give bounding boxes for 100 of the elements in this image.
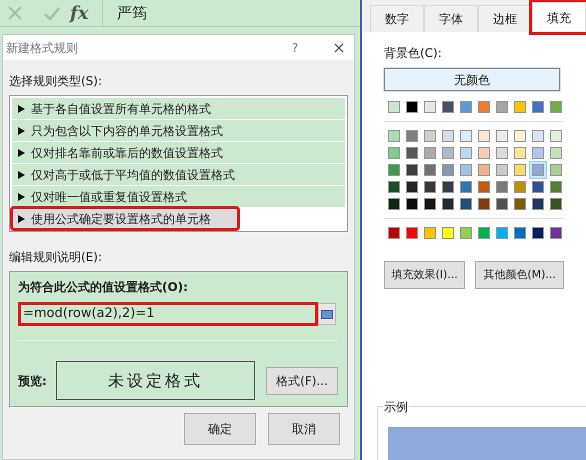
color-swatch[interactable] [442,130,454,142]
color-swatch[interactable] [550,198,562,210]
color-swatch[interactable] [388,181,400,193]
help-button[interactable]: ? [285,38,305,56]
color-swatch[interactable] [478,130,490,142]
color-swatch[interactable] [550,181,562,193]
color-swatch[interactable] [406,164,418,176]
rule-type-item[interactable]: 使用公式确定要设置格式的单元格 [12,208,238,229]
color-swatch[interactable] [478,164,490,176]
color-swatch[interactable] [406,227,418,239]
dialog-button[interactable]: 取消 [268,413,340,445]
preview-label: 预览: [18,372,48,390]
tab[interactable]: 填充 [532,2,586,32]
color-swatch[interactable] [496,147,508,159]
rule-type-item[interactable]: 仅对唯一值或重复值设置格式 [12,186,345,207]
color-swatch[interactable] [550,130,562,142]
color-swatch[interactable] [496,101,508,113]
color-swatch[interactable] [478,227,490,239]
color-swatch[interactable] [442,164,454,176]
section-label: 编辑规则说明(E): [9,249,103,266]
color-swatch[interactable] [514,101,526,113]
color-swatch[interactable] [442,101,454,113]
color-swatch[interactable] [514,181,526,193]
color-swatch[interactable] [514,130,526,142]
color-swatch[interactable] [460,130,472,142]
color-swatch[interactable] [550,147,562,159]
formula-input[interactable]: 严筠 [117,2,147,24]
color-swatch[interactable] [550,164,562,176]
color-swatch[interactable] [496,227,508,239]
color-swatch[interactable] [460,147,472,159]
color-swatch[interactable] [460,164,472,176]
color-swatch[interactable] [424,198,436,210]
color-swatch[interactable] [532,101,544,113]
color-swatch[interactable] [406,181,418,193]
color-swatch[interactable] [532,227,544,239]
close-button[interactable]: × [327,36,351,60]
function-button[interactable]: fx [70,0,94,26]
color-swatch[interactable] [442,147,454,159]
color-swatch[interactable] [460,101,472,113]
cancel-icon[interactable] [8,6,22,20]
tab[interactable]: 数字 [370,5,424,32]
color-swatch[interactable] [406,130,418,142]
rule-type-item[interactable]: 仅对排名靠前或靠后的数值设置格式 [12,142,345,163]
color-swatch[interactable] [406,198,418,210]
no-color-button[interactable]: 无颜色 [384,68,560,91]
color-swatch[interactable] [478,101,490,113]
tab[interactable]: 字体 [424,5,478,32]
color-swatch[interactable] [532,164,544,176]
arrow-icon [18,192,25,200]
color-swatch[interactable] [514,198,526,210]
color-swatch[interactable] [460,198,472,210]
color-swatch[interactable] [514,227,526,239]
rule-type-item[interactable]: 仅对高于或低于平均值的数值设置格式 [12,164,345,185]
color-swatch[interactable] [478,198,490,210]
arrow-icon [18,170,25,178]
color-swatch[interactable] [442,227,454,239]
rule-type-item[interactable]: 只为包含以下内容的单元格设置格式 [12,120,345,141]
color-swatch[interactable] [388,198,400,210]
color-swatch[interactable] [478,147,490,159]
arrow-icon [18,214,25,222]
more-colors-button[interactable]: 其他颜色(M)... [475,261,564,289]
tab[interactable]: 边框 [478,5,532,32]
color-swatch[interactable] [478,181,490,193]
color-swatch[interactable] [460,181,472,193]
section-label: 选择规则类型(S): [9,73,104,90]
color-swatch[interactable] [442,181,454,193]
color-swatch[interactable] [532,181,544,193]
color-swatch[interactable] [388,164,400,176]
color-swatch[interactable] [496,198,508,210]
color-swatch[interactable] [424,147,436,159]
color-swatch[interactable] [424,227,436,239]
color-swatch[interactable] [532,198,544,210]
fill-effects-button[interactable]: 填充效果(I)... [384,261,466,289]
color-swatch[interactable] [514,147,526,159]
color-swatch[interactable] [424,130,436,142]
color-swatch[interactable] [424,101,436,113]
check-icon[interactable] [44,6,60,20]
color-swatch[interactable] [388,147,400,159]
color-swatch[interactable] [388,101,400,113]
color-swatch[interactable] [532,130,544,142]
formula-field[interactable]: =mod(row(a2),2)=1 [18,302,318,326]
range-select-icon[interactable] [318,303,336,325]
format-button[interactable]: 格式(F)... [266,366,338,394]
rule-type-item[interactable]: 基于各自值设置所有单元格的格式 [12,98,345,119]
color-swatch[interactable] [406,101,418,113]
color-swatch[interactable] [388,130,400,142]
color-swatch[interactable] [442,198,454,210]
color-swatch[interactable] [496,181,508,193]
color-swatch[interactable] [496,164,508,176]
color-swatch[interactable] [406,147,418,159]
color-swatch[interactable] [550,227,562,239]
color-swatch[interactable] [532,147,544,159]
dialog-button[interactable]: 确定 [184,413,256,445]
color-swatch[interactable] [496,130,508,142]
color-swatch[interactable] [460,227,472,239]
color-swatch[interactable] [514,164,526,176]
color-swatch[interactable] [388,227,400,239]
color-swatch[interactable] [550,101,562,113]
color-swatch[interactable] [424,181,436,193]
color-swatch[interactable] [424,164,436,176]
